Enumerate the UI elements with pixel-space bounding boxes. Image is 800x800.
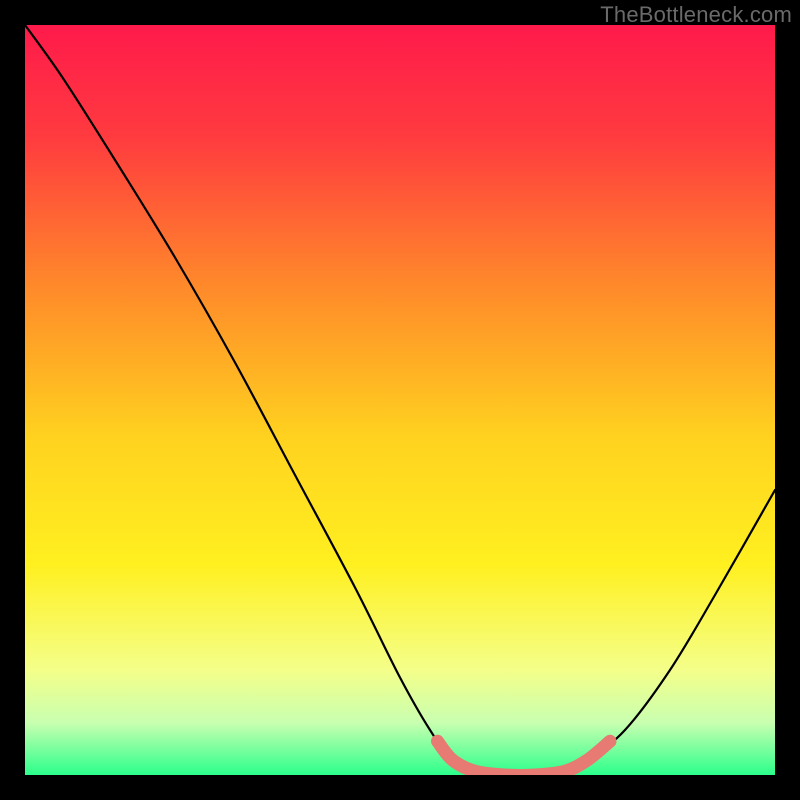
bottleneck-chart	[25, 25, 775, 775]
watermark-text: TheBottleneck.com	[600, 2, 792, 28]
gradient-background	[25, 25, 775, 775]
outer-black-frame	[25, 25, 775, 775]
